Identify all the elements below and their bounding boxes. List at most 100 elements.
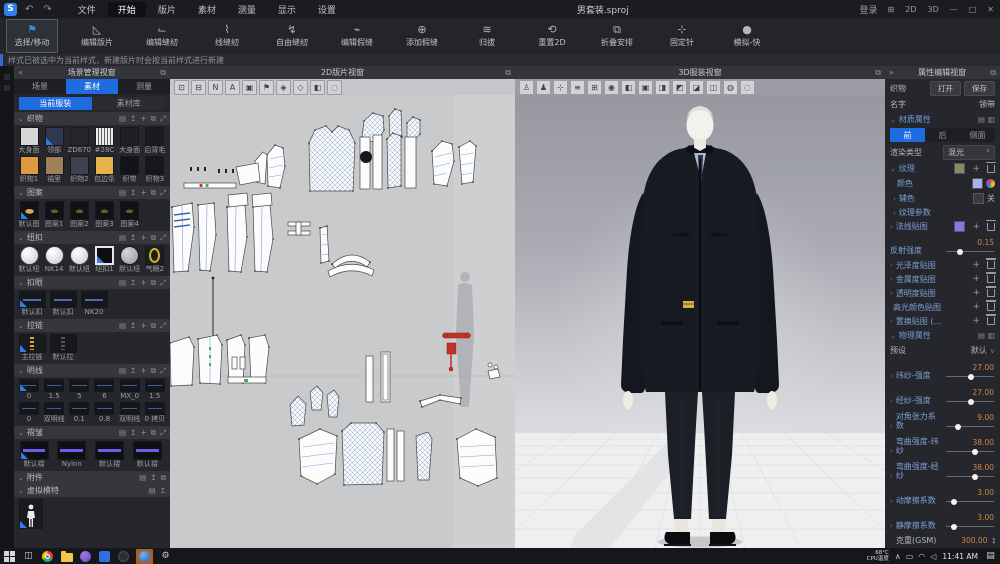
ribbon-button[interactable]: ⌇⌄ 线缝纫 (201, 19, 253, 53)
menu-item[interactable]: 设置 (308, 2, 346, 17)
section-tool-icon[interactable]: + (140, 278, 146, 288)
collapse-icon[interactable]: » (889, 68, 894, 77)
tray-icon[interactable]: ▭ (906, 552, 914, 561)
task-view-button[interactable]: ◫ (22, 550, 35, 563)
menu-item[interactable]: 素材 (188, 2, 226, 17)
ribbon-button[interactable]: ●⌄ 模拟-快 (721, 19, 773, 53)
save-button[interactable]: 保存 (964, 81, 995, 96)
save-icon[interactable]: ▥ (988, 115, 995, 124)
window-control-icon[interactable]: □ (967, 5, 979, 14)
topstitch-swatch[interactable]: 双明线 (118, 402, 142, 424)
tool-button[interactable]: ▣ (242, 80, 257, 95)
add-icon[interactable]: + (972, 302, 980, 312)
tool-button[interactable]: ◍ (723, 80, 738, 95)
tool-button[interactable]: ⊹ (553, 80, 568, 95)
map-label[interactable]: 高光颜色贴图 (893, 302, 941, 313)
panel-subtab[interactable]: 当前服装 (19, 97, 92, 110)
section-tool-icon[interactable]: ⤢ (160, 428, 166, 438)
pleat-swatch[interactable]: 默认褶 (93, 441, 127, 469)
settings-gear-icon[interactable]: ⚙ (159, 550, 172, 563)
tray-icon[interactable]: ∧ (895, 552, 901, 561)
clock[interactable]: 11:41 AM (942, 552, 978, 561)
tool-button[interactable]: ◨ (655, 80, 670, 95)
add-icon[interactable]: + (972, 274, 980, 284)
section-header-buttons[interactable]: ⌄ 纽扣 ▤↥+⧉⤢ (14, 231, 170, 244)
tool-button[interactable]: ◉ (604, 80, 619, 95)
button-swatch[interactable]: 默认纽 (67, 246, 91, 274)
caret-icon[interactable]: › (890, 497, 893, 505)
physics-slider[interactable] (946, 473, 994, 480)
notification-icon[interactable]: ▤ (984, 550, 997, 563)
section-header-attachments[interactable]: ⌄ 附件 ▤↥⧉ (14, 471, 170, 484)
panel-tab[interactable]: 场景 (14, 79, 66, 94)
section-tool-icon[interactable]: + (140, 428, 146, 438)
section-tool-icon[interactable]: ↥ (130, 188, 136, 198)
tool-button[interactable]: ⊟ (191, 80, 206, 95)
menu-item[interactable]: 文件 (68, 2, 106, 17)
texture-section-header[interactable]: 纹理 (899, 163, 915, 174)
button-swatch[interactable]: 默认纽 (118, 246, 142, 274)
ribbon-button[interactable]: ⚑⌄ 选择/移动 (6, 19, 58, 53)
topstitch-swatch[interactable]: 0.8 (92, 402, 116, 424)
blue-app-icon[interactable] (98, 550, 111, 563)
zipper-swatch[interactable]: 默认拉 (48, 334, 78, 362)
tool-button[interactable]: ◧ (621, 80, 636, 95)
caret-icon[interactable]: › (890, 372, 893, 380)
section-tool-icon[interactable]: ⧉ (161, 473, 166, 483)
redo-icon[interactable]: ↷ (41, 4, 53, 15)
color-swatch[interactable] (972, 178, 983, 189)
trash-icon[interactable] (987, 261, 995, 269)
pattern-swatch[interactable]: 图案2 (67, 201, 91, 229)
add-icon[interactable]: + (972, 288, 980, 298)
start-button[interactable] (3, 550, 16, 563)
caret-icon[interactable]: ⌄ (890, 165, 896, 173)
pattern-swatch[interactable]: 图案1 (42, 201, 66, 229)
add-icon[interactable]: + (972, 316, 980, 326)
menu-item[interactable]: 测量 (228, 2, 266, 17)
section-tool-icon[interactable]: + (140, 233, 146, 243)
button-swatch[interactable]: 默认纽 (17, 246, 41, 274)
map-label[interactable]: 置换贴图 (… (896, 316, 942, 327)
dark-app-icon[interactable] (117, 550, 130, 563)
caret-icon[interactable]: › (890, 422, 893, 430)
add-icon[interactable]: + (972, 164, 980, 174)
menu-item[interactable]: 开始 (108, 2, 146, 17)
button-swatch[interactable]: 气眼2 (143, 246, 167, 274)
tool-button[interactable]: ⊞ (587, 80, 602, 95)
section-tool-icon[interactable]: + (140, 321, 146, 331)
reflect-slider[interactable] (946, 248, 994, 255)
caret-icon[interactable]: › (890, 261, 893, 269)
section-tool-icon[interactable]: ↥ (130, 278, 136, 288)
window-control-icon[interactable]: 3D (925, 5, 940, 14)
face-tab[interactable]: 前 (890, 128, 925, 142)
section-tool-icon[interactable]: ↥ (160, 486, 166, 495)
pattern-swatch[interactable]: 默认图 (17, 201, 41, 229)
section-header-avatars[interactable]: ⌄ 虚拟模特 ▤↥ (14, 484, 170, 497)
fabric-swatch[interactable]: 袖里 (42, 156, 66, 184)
popout-icon[interactable]: ⧉ (160, 68, 166, 78)
window-control-icon[interactable]: — (948, 5, 960, 14)
folder-icon[interactable]: ▤ (978, 115, 985, 124)
chevron-down-icon[interactable]: ∨ (990, 347, 995, 355)
ribbon-button[interactable]: ⌁⌄ 编辑假缝 (331, 19, 383, 53)
section-tool-icon[interactable]: ▤ (119, 188, 126, 198)
topstitch-swatch[interactable]: 0 拷贝 (143, 402, 167, 424)
garment-canvas[interactable] (515, 95, 885, 548)
tray-icon[interactable]: ◠ (918, 552, 925, 561)
section-header-zippers[interactable]: ⌄ 拉链 ▤↥+⧉⤢ (14, 319, 170, 332)
window-control-icon[interactable]: 2D (903, 5, 918, 14)
normal-map-label[interactable]: 法线贴图 (896, 221, 928, 232)
avatar-swatch[interactable] (17, 499, 45, 529)
tool-button[interactable]: ◌ (327, 80, 342, 95)
pleat-swatch[interactable]: 默认褶 (17, 441, 51, 469)
section-tool-icon[interactable]: ▤ (119, 278, 126, 288)
tool-button[interactable]: ♙ (519, 80, 534, 95)
fabric-swatch[interactable]: 领部 (42, 127, 66, 155)
section-header-topstitch[interactable]: ⌄ 明线 ▤↥+⧉⤢ (14, 364, 170, 377)
section-tool-icon[interactable]: ⤢ (160, 278, 166, 288)
tool-button[interactable]: ◈ (276, 80, 291, 95)
panel-tab[interactable]: 测量 (118, 79, 170, 94)
buttonhole-swatch[interactable]: 默认扣 (17, 291, 47, 317)
save-icon[interactable]: ▥ (988, 331, 995, 340)
pattern-swatch[interactable]: 图案4 (118, 201, 142, 229)
